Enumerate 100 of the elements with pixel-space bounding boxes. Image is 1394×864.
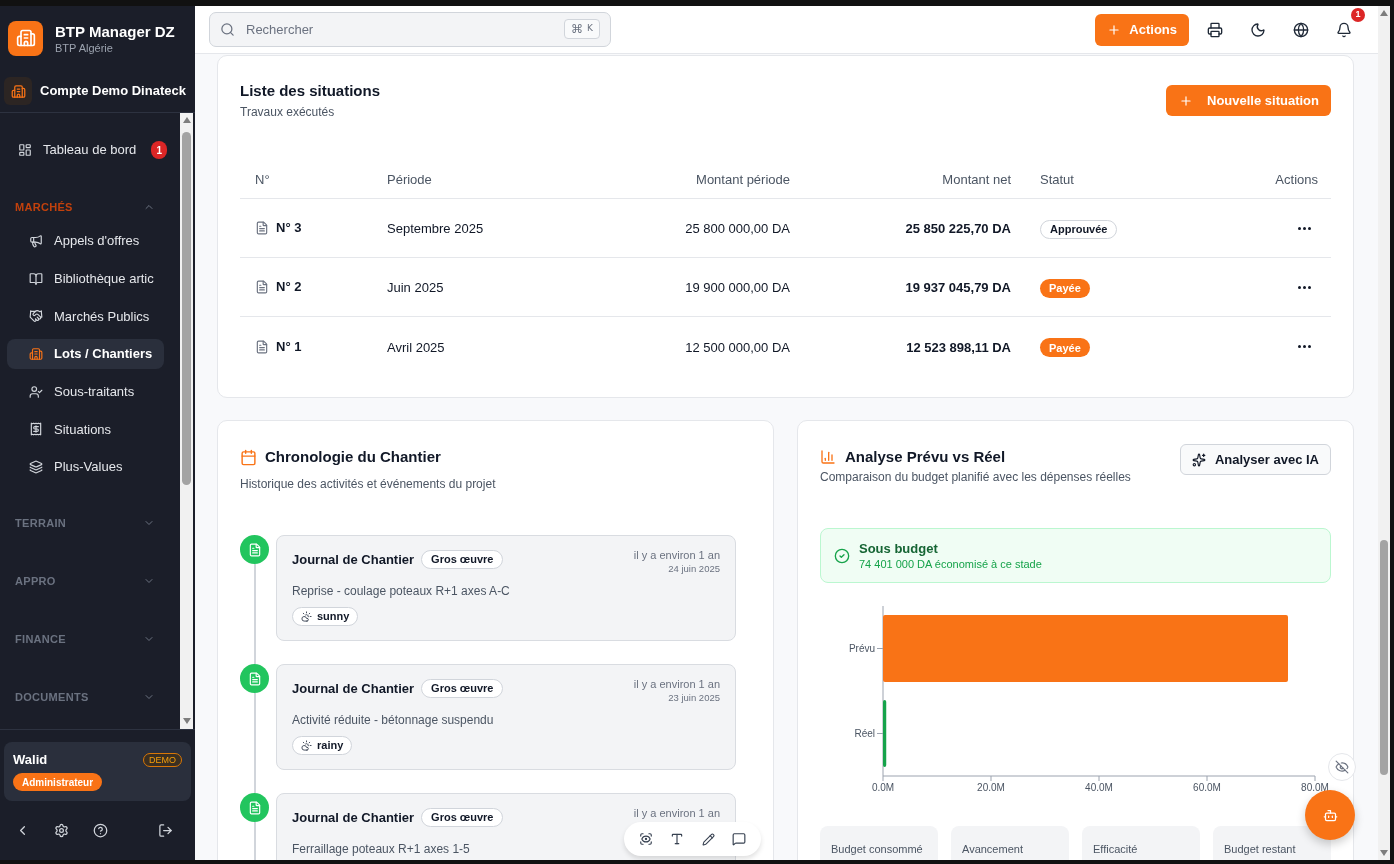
column-header: Montant période xyxy=(696,171,790,187)
card-subtitle: Historique des activités et événements du projet xyxy=(240,476,496,492)
cloud-sun-icon xyxy=(301,740,312,751)
nav-item[interactable]: Sous-traitants xyxy=(7,376,164,407)
bell-icon xyxy=(1336,21,1352,38)
building-logo-icon xyxy=(8,20,43,56)
table-cell: 19 900 000,00 DA xyxy=(685,280,790,295)
entry-title: Journal de Chantier xyxy=(292,809,415,827)
entry-title: Journal de Chantier xyxy=(292,680,415,698)
category-tag: Gros œuvre xyxy=(421,808,504,827)
scrollbar[interactable] xyxy=(180,113,193,729)
building-icon xyxy=(29,347,43,362)
tick-label: 80.0M xyxy=(1301,782,1329,793)
document-icon xyxy=(240,535,269,564)
nav-item[interactable]: Situations xyxy=(7,414,164,445)
document-icon xyxy=(255,280,269,294)
status-badge: Payée xyxy=(1040,278,1090,298)
table-cell: Avril 2025 xyxy=(387,339,445,355)
scrollbar-thumb[interactable] xyxy=(182,132,191,485)
card-title: Analyse Prévu vs Réel xyxy=(845,447,1006,467)
entry-description: Activité réduite - bétonnage suspendu xyxy=(292,712,494,728)
pencil-icon xyxy=(701,832,715,846)
table-cell: Juin 2025 xyxy=(387,280,444,295)
scroll-down-arrow-icon[interactable] xyxy=(182,718,191,724)
scroll-up-arrow-icon[interactable] xyxy=(182,117,191,123)
notification-badge: 1 xyxy=(1351,7,1365,22)
table-cell: 25 800 000,00 DA xyxy=(685,221,790,236)
scrollbar-thumb[interactable] xyxy=(1380,540,1388,775)
user-name: Walid xyxy=(13,751,48,769)
table-cell: 12 523 898,11 DA xyxy=(906,339,1011,355)
stat-label: Avancement xyxy=(962,843,1023,855)
user-check-icon xyxy=(29,384,43,399)
layers-icon xyxy=(29,460,43,475)
table-cell: 12 500 000,00 DA xyxy=(685,339,790,355)
scan-icon xyxy=(638,832,653,846)
table-cell: Septembre 2025 xyxy=(387,221,484,236)
relative-time: il y a environ 1 an xyxy=(633,548,720,562)
column-header: Statut xyxy=(1040,171,1074,187)
plus-icon xyxy=(1107,22,1122,37)
demo-badge: DEMO xyxy=(143,753,182,767)
document-icon xyxy=(240,793,269,822)
relative-time: il y a environ 1 an xyxy=(633,677,720,691)
nav-item[interactable]: Appels d'offres xyxy=(7,226,164,256)
relative-time: il y a environ 1 an xyxy=(633,806,720,820)
category-label: Prévu xyxy=(848,643,875,654)
table-cell-text: N° 3 xyxy=(276,219,302,238)
tick-label: 0.0M xyxy=(871,782,895,793)
plus-icon xyxy=(1179,93,1194,108)
text-icon xyxy=(669,832,684,846)
stat-label: Efficacité xyxy=(1093,843,1138,855)
nav-item[interactable]: Tableau de bord 1 xyxy=(7,132,173,168)
moon-icon xyxy=(1250,21,1266,38)
alert-title: Sous budget xyxy=(859,540,938,557)
tick-label: 60.0M xyxy=(1193,782,1221,793)
key-label: K xyxy=(587,22,593,36)
ellipsis-icon xyxy=(1297,226,1311,230)
book-icon xyxy=(29,271,43,286)
megaphone-icon xyxy=(29,234,43,248)
stat-label: Budget consommé xyxy=(831,843,923,855)
scroll-down-arrow-icon[interactable] xyxy=(1380,850,1388,856)
entry-description: Ferraillage poteaux R+1 axes 1-5 xyxy=(292,841,470,857)
nav-item[interactable]: Marchés Publics xyxy=(7,301,164,332)
settings-icon xyxy=(53,823,69,838)
table-cell-text: N° 1 xyxy=(276,337,302,356)
category-label: Réel xyxy=(854,728,875,739)
category-tag: Gros œuvre xyxy=(421,679,504,698)
entry-title: Journal de Chantier xyxy=(292,551,415,569)
receipt-icon xyxy=(29,422,43,437)
weather-label: sunny xyxy=(317,609,350,625)
document-icon xyxy=(255,339,269,354)
analyze-ai-button[interactable]: Analyser avec IA xyxy=(1179,444,1331,475)
handshake-icon xyxy=(29,309,43,324)
column-header: N° xyxy=(255,171,270,187)
entry-date: 23 juin 2025 xyxy=(668,691,720,704)
app-subtitle: BTP Algérie xyxy=(55,40,113,55)
card-title: Liste des situations xyxy=(240,81,381,101)
column-header: Actions xyxy=(1275,171,1318,187)
scrollbar[interactable] xyxy=(1378,6,1390,860)
document-icon xyxy=(240,664,269,693)
role-badge: Administrateur xyxy=(13,773,103,791)
scroll-up-arrow-icon[interactable] xyxy=(1380,10,1388,16)
logout-icon xyxy=(157,823,173,838)
app-name: BTP Manager DZ xyxy=(55,21,175,41)
card-title: Chronologie du Chantier xyxy=(265,447,441,467)
document-icon xyxy=(255,221,269,235)
column-header: Période xyxy=(387,171,432,187)
table-cell: 19 937 045,79 DA xyxy=(905,280,1011,295)
calendar-icon xyxy=(240,448,257,466)
key-label: ⌘ xyxy=(571,21,584,38)
nav-item[interactable]: Lots / Chantiers xyxy=(7,339,164,370)
eye-off-icon xyxy=(1335,760,1349,774)
ellipsis-icon xyxy=(1297,285,1311,289)
cloud-sun-icon xyxy=(301,611,312,622)
category-tag: Gros œuvre xyxy=(421,550,504,569)
status-badge: Approuvée xyxy=(1040,219,1118,239)
entry-description: Reprise - coulage poteaux R+1 axes A-C xyxy=(292,583,510,599)
help-icon xyxy=(92,823,108,838)
alert-message: 74 401 000 DA économisé à ce stade xyxy=(859,557,1042,571)
nav-item[interactable]: Bibliothèque artic xyxy=(7,263,164,294)
nav-item[interactable]: Plus-Values xyxy=(7,452,164,483)
